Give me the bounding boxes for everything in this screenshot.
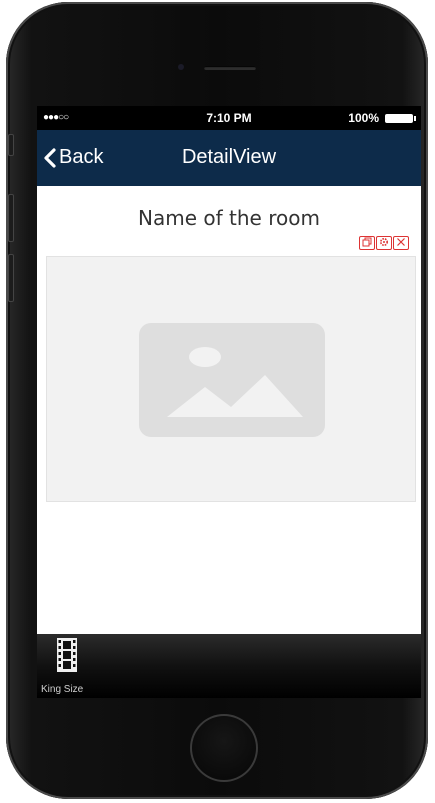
front-camera <box>178 64 184 70</box>
nav-title: DetailView <box>181 146 277 168</box>
image-placeholder-icon <box>139 323 325 437</box>
navigation-bar: Back DetailView <box>37 130 421 186</box>
room-image-placeholder[interactable] <box>46 256 416 502</box>
tab-label: King Size <box>41 684 84 695</box>
volume-down-button <box>8 254 14 302</box>
widget-toolbar <box>359 236 409 250</box>
mute-switch <box>8 134 14 156</box>
earpiece-speaker <box>204 66 256 70</box>
home-button[interactable] <box>190 714 258 782</box>
battery-icon <box>385 114 416 123</box>
film-icon <box>57 638 77 672</box>
close-icon[interactable] <box>393 236 409 250</box>
room-title: Name of the room <box>138 206 320 230</box>
screen: ●●●○○ 7:10 PM 100% Back DetailView Name … <box>37 106 421 698</box>
battery-percentage: 100% <box>348 111 379 125</box>
status-bar: ●●●○○ 7:10 PM 100% <box>37 106 421 130</box>
tab-bar: King Size <box>37 634 421 698</box>
volume-up-button <box>8 194 14 242</box>
phone-frame: ●●●○○ 7:10 PM 100% Back DetailView Name … <box>6 2 428 799</box>
settings-icon[interactable] <box>376 236 392 250</box>
copy-icon[interactable] <box>359 236 375 250</box>
tab-king-size[interactable]: King Size <box>37 634 101 698</box>
